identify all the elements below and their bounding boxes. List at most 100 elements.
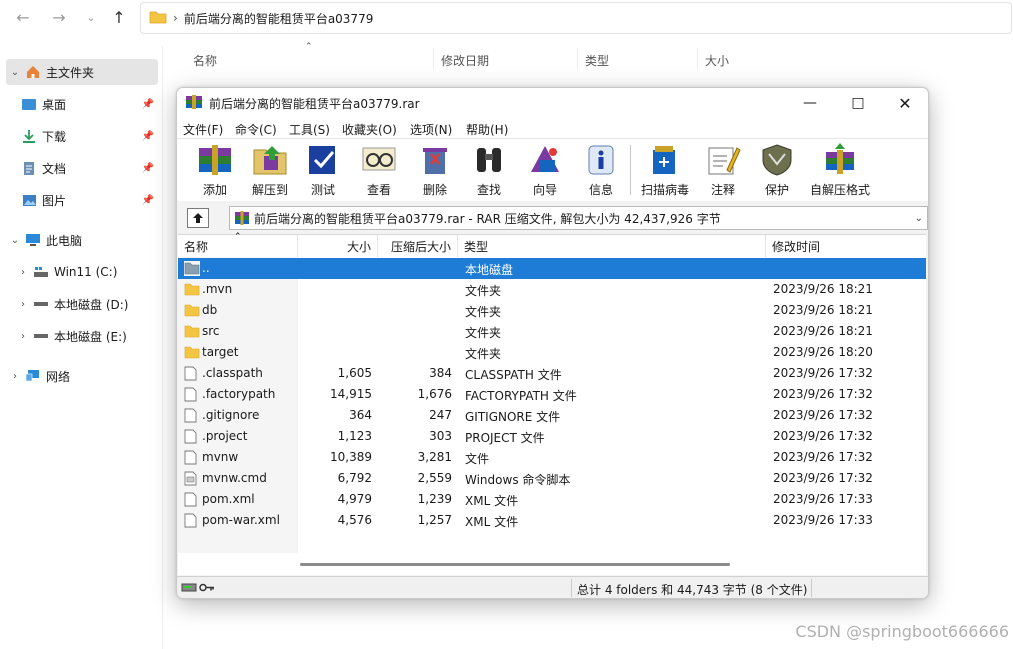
up-arrow-icon[interactable]: ↑: [108, 6, 130, 28]
column-name[interactable]: 名称: [193, 52, 217, 69]
find-button[interactable]: 查找: [467, 141, 511, 199]
minimize-icon[interactable]: —: [787, 88, 833, 118]
column-date[interactable]: 修改日期: [441, 52, 489, 69]
address-bar[interactable]: › 前后端分离的智能租赁平台a03779: [140, 2, 1012, 34]
column-type[interactable]: 类型: [585, 52, 609, 69]
scrollbar-thumb[interactable]: [300, 563, 730, 566]
tool-label: 自解压格式: [809, 183, 870, 197]
table-row[interactable]: mvnw.cmd 6,792 2,559 Windows 命令脚本 2023/9/26 …: [178, 468, 926, 489]
add-button[interactable]: 添加: [191, 141, 239, 199]
file-packed-size: 384: [429, 366, 452, 380]
table-row[interactable]: .factorypath 14,915 1,676 FACTORYPATH 文件 202…: [178, 384, 926, 405]
sidebar-item-home[interactable]: ⌄ 主文件夹: [6, 59, 158, 85]
file-modified: 2023/9/26 17:32: [773, 387, 873, 401]
file-size: 1,123: [337, 429, 372, 443]
maximize-icon[interactable]: □: [835, 88, 881, 118]
dropdown-chevron-icon[interactable]: ⌄: [915, 213, 923, 224]
column-label: 名称: [184, 239, 209, 254]
wizard-button[interactable]: 向导: [523, 141, 567, 199]
delete-bin-icon: [415, 141, 455, 179]
protect-button[interactable]: 保护: [755, 141, 799, 199]
collapse-chevron-icon[interactable]: ›: [14, 299, 32, 310]
drive-status-icon[interactable]: [181, 582, 197, 593]
close-icon[interactable]: ✕: [882, 88, 928, 118]
sidebar-item-drive-e[interactable]: › 本地磁盘 (E:): [14, 323, 158, 349]
extract-to-button[interactable]: 解压到: [245, 141, 295, 199]
sfx-button[interactable]: 自解压格式: [807, 141, 873, 199]
column-modified[interactable]: 修改时间: [766, 235, 926, 257]
pin-icon[interactable]: 📌: [142, 131, 154, 142]
file-packed-size: 303: [429, 429, 452, 443]
tool-label: 删除: [422, 183, 447, 197]
collapse-chevron-icon[interactable]: ›: [6, 371, 24, 382]
table-row[interactable]: .classpath 1,605 384 CLASSPATH 文件 2023/9/26 …: [178, 363, 926, 384]
file-icon: [184, 492, 200, 507]
file-modified: 2023/9/26 17:33: [773, 492, 873, 506]
view-button[interactable]: 查看: [357, 141, 401, 199]
sidebar-item-documents[interactable]: 文档 📌: [20, 155, 158, 181]
table-row[interactable]: db 文件夹 2023/9/26 18:21: [178, 300, 926, 321]
menu-options[interactable]: 选项(N): [410, 121, 452, 138]
file-modified: 2023/9/26 18:21: [773, 303, 873, 317]
column-name[interactable]: 名称 ⌃: [178, 232, 298, 257]
sidebar-item-network[interactable]: › 网络: [6, 363, 158, 389]
comment-button[interactable]: 注释: [701, 141, 745, 199]
column-label: 压缩后大小: [390, 239, 451, 254]
up-one-level-button[interactable]: [187, 208, 209, 228]
sidebar-item-label: 主文件夹: [46, 65, 95, 80]
sidebar-item-drive-c[interactable]: › Win11 (C:): [14, 259, 158, 285]
forward-arrow-icon[interactable]: →: [48, 6, 70, 28]
table-row[interactable]: pom.xml 4,979 1,239 XML 文件 2023/9/26 17:33: [178, 489, 926, 510]
file-icon: [184, 387, 200, 402]
status-divider: [811, 579, 812, 597]
menu-favorites[interactable]: 收藏夹(O): [342, 121, 397, 138]
table-row[interactable]: .mvn 文件夹 2023/9/26 18:21: [178, 279, 926, 300]
delete-button[interactable]: 删除: [413, 141, 457, 199]
column-type[interactable]: 类型: [458, 235, 766, 257]
horizontal-scrollbar[interactable]: [178, 555, 926, 573]
archive-path-dropdown[interactable]: 前后端分离的智能租赁平台a03779.rar - RAR 压缩文件, 解包大小为…: [229, 206, 928, 230]
tool-label: 查找: [476, 183, 501, 197]
history-chevron-icon[interactable]: ⌄: [80, 6, 102, 28]
menu-commands[interactable]: 命令(C): [235, 121, 277, 138]
title-bar[interactable]: 前后端分离的智能租赁平台a03779.rar — □ ✕: [177, 88, 928, 118]
scan-virus-button[interactable]: 扫描病毒: [637, 141, 693, 199]
key-icon[interactable]: [199, 582, 215, 593]
drive-icon: [32, 328, 50, 344]
sidebar-item-this-pc[interactable]: ⌄ 此电脑: [6, 227, 158, 253]
expand-chevron-icon[interactable]: ⌄: [6, 235, 24, 246]
collapse-chevron-icon[interactable]: ›: [14, 267, 32, 278]
table-row[interactable]: .. 本地磁盘: [178, 258, 926, 279]
file-modified: 2023/9/26 17:32: [773, 408, 873, 422]
file-modified: 2023/9/26 18:20: [773, 345, 873, 359]
menu-file[interactable]: 文件(F): [183, 121, 223, 138]
pin-icon[interactable]: 📌: [142, 195, 154, 206]
sidebar-item-downloads[interactable]: 下载 📌: [20, 123, 158, 149]
table-row[interactable]: mvnw 10,389 3,281 文件 2023/9/26 17:32: [178, 447, 926, 468]
expand-chevron-icon[interactable]: ⌄: [6, 67, 24, 78]
pin-icon[interactable]: 📌: [142, 163, 154, 174]
address-path: 前后端分离的智能租赁平台a03779: [183, 11, 374, 26]
table-row[interactable]: src 文件夹 2023/9/26 18:21: [178, 321, 926, 342]
pin-icon[interactable]: 📌: [142, 99, 154, 110]
column-size[interactable]: 大小: [705, 52, 729, 69]
status-bar: 总计 4 folders 和 44,743 字节 (8 个文件): [177, 576, 928, 598]
column-divider: [433, 48, 434, 70]
info-button[interactable]: 信息: [579, 141, 623, 199]
test-button[interactable]: 测试: [301, 141, 345, 199]
table-row[interactable]: target 文件夹 2023/9/26 18:20: [178, 342, 926, 363]
column-size[interactable]: 大小: [298, 235, 378, 257]
column-packed-size[interactable]: 压缩后大小: [378, 235, 458, 257]
menu-help[interactable]: 帮助(H): [466, 121, 508, 138]
table-row[interactable]: pom-war.xml 4,576 1,257 XML 文件 2023/9/26 17:…: [178, 510, 926, 531]
collapse-chevron-icon[interactable]: ›: [14, 331, 32, 342]
table-row[interactable]: .project 1,123 303 PROJECT 文件 2023/9/26 17:3…: [178, 426, 926, 447]
status-divider: [571, 579, 572, 597]
sidebar-item-desktop[interactable]: 桌面 📌: [20, 91, 158, 117]
file-modified: 2023/9/26 18:21: [773, 324, 873, 338]
sidebar-item-pictures[interactable]: 图片 📌: [20, 187, 158, 213]
menu-tools[interactable]: 工具(S): [289, 121, 330, 138]
back-arrow-icon[interactable]: ←: [12, 6, 34, 28]
table-row[interactable]: .gitignore 364 247 GITIGNORE 文件 2023/9/26 17…: [178, 405, 926, 426]
sidebar-item-drive-d[interactable]: › 本地磁盘 (D:): [14, 291, 158, 317]
